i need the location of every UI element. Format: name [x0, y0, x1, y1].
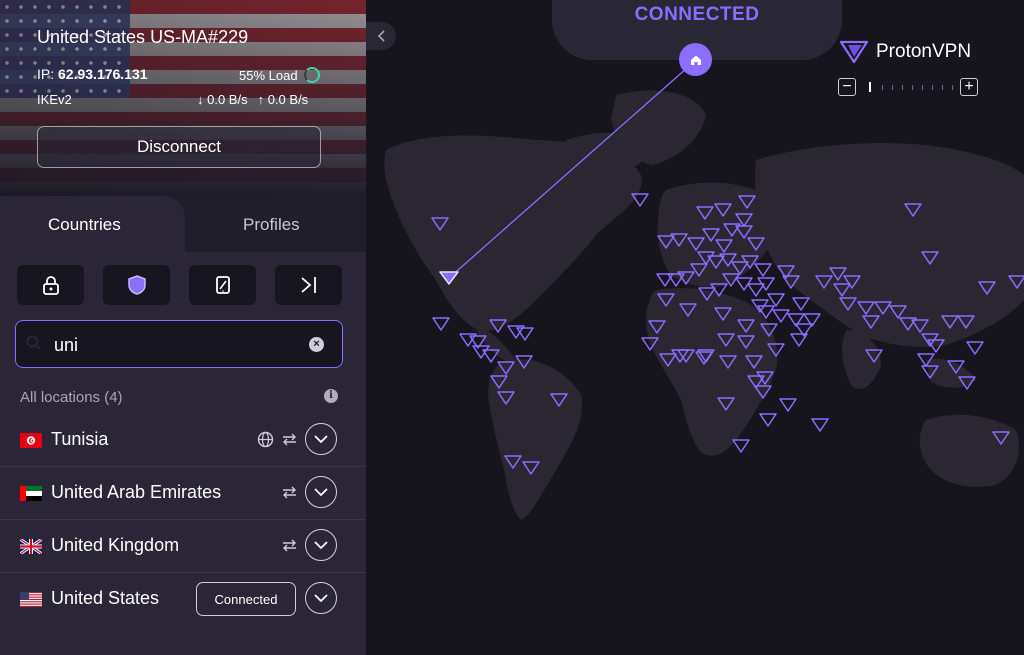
zoom-in-button[interactable]: +	[960, 78, 978, 96]
device-icon	[215, 276, 230, 294]
countries-panel: × All locations (4) i Tunisia United Ara…	[0, 252, 366, 655]
tab-bar: Countries Profiles	[0, 196, 366, 252]
us-flag-icon	[20, 592, 42, 607]
uae-flag-icon	[20, 486, 42, 501]
brand-logo: ProtonVPN	[840, 40, 971, 64]
protonvpn-logo-icon	[840, 40, 868, 64]
lock-icon	[42, 276, 59, 295]
country-row-uae[interactable]: United Arab Emirates	[0, 467, 366, 519]
shield-icon	[127, 275, 146, 295]
server-markers	[431, 193, 1024, 475]
zoom-out-button[interactable]: −	[838, 78, 856, 96]
country-row-us[interactable]: United States Connected	[0, 573, 366, 625]
download-arrow-icon: ↓	[197, 92, 204, 107]
country-row-tunisia[interactable]: Tunisia	[0, 414, 366, 466]
upload-arrow-icon: ↑	[257, 92, 265, 107]
connection-header: United States US-MA#229 IP: 62.93.176.13…	[0, 0, 366, 196]
ip-label: IP:	[37, 66, 55, 82]
connection-status-text: CONNECTED	[634, 4, 760, 25]
globe-icon	[257, 431, 274, 448]
expand-uae-button[interactable]	[305, 476, 337, 508]
country-name: United Arab Emirates	[51, 482, 222, 502]
split-tunneling-filter-button[interactable]	[275, 265, 342, 305]
upload-speed: 0.0 B/s	[267, 92, 309, 107]
speeds: ↓ 0.0 B/s ↑ 0.0 B/s	[197, 92, 308, 107]
ip-address: IP: 62.93.176.131	[37, 66, 148, 82]
chevron-down-icon	[314, 541, 328, 550]
tab-countries[interactable]: Countries	[48, 215, 121, 235]
home-location-pin[interactable]	[679, 43, 712, 76]
streaming-filter-button[interactable]	[189, 265, 256, 305]
country-name: Tunisia	[51, 429, 109, 449]
home-icon	[690, 55, 701, 65]
protocol: IKEv2	[37, 92, 72, 107]
connected-server-marker[interactable]	[439, 271, 459, 285]
server-load: 55% Load	[239, 67, 320, 83]
brand-name: ProtonVPN	[876, 41, 972, 62]
expand-tunisia-button[interactable]	[305, 423, 337, 455]
country-name: United Kingdom	[51, 535, 180, 555]
secure-core-filter-button[interactable]	[17, 265, 84, 305]
country-name: United States	[51, 588, 160, 608]
sidebar: United States US-MA#229 IP: 62.93.176.13…	[0, 0, 366, 655]
p2p-icon	[283, 433, 296, 446]
chevron-down-icon	[314, 594, 328, 603]
load-text: 55% Load	[239, 67, 298, 83]
arrow-to-line-icon	[300, 277, 316, 293]
load-ring-icon	[303, 67, 320, 83]
world-map[interactable]: CONNECTED ProtonVPN − +	[366, 0, 1024, 655]
clear-search-icon[interactable]: ×	[309, 337, 324, 352]
zoom-slider[interactable]	[864, 82, 960, 92]
tunisia-flag-icon	[20, 433, 42, 448]
collapse-sidebar-button[interactable]	[366, 22, 396, 50]
server-name: United States US-MA#229	[37, 27, 249, 47]
locations-count-label: All locations (4)	[20, 389, 123, 406]
netshield-filter-button[interactable]	[103, 265, 170, 305]
search-field[interactable]: ×	[15, 320, 343, 368]
chevron-left-icon	[377, 30, 385, 42]
p2p-icon	[283, 486, 296, 499]
tab-profiles[interactable]: Profiles	[243, 215, 300, 235]
search-input[interactable]	[52, 333, 296, 357]
connected-status-button[interactable]: Connected	[196, 582, 296, 616]
country-row-uk[interactable]: United Kingdom	[0, 520, 366, 572]
uk-flag-icon	[20, 539, 42, 554]
expand-uk-button[interactable]	[305, 529, 337, 561]
search-icon	[26, 335, 41, 350]
info-icon[interactable]: i	[324, 389, 338, 403]
disconnect-button[interactable]: Disconnect	[37, 126, 321, 168]
chevron-down-icon	[314, 435, 328, 444]
p2p-icon	[283, 539, 296, 552]
ip-value: 62.93.176.131	[58, 66, 148, 82]
download-speed: 0.0 B/s	[207, 92, 248, 107]
zoom-control: − +	[838, 78, 984, 98]
expand-us-button[interactable]	[305, 582, 337, 614]
chevron-down-icon	[314, 488, 328, 497]
